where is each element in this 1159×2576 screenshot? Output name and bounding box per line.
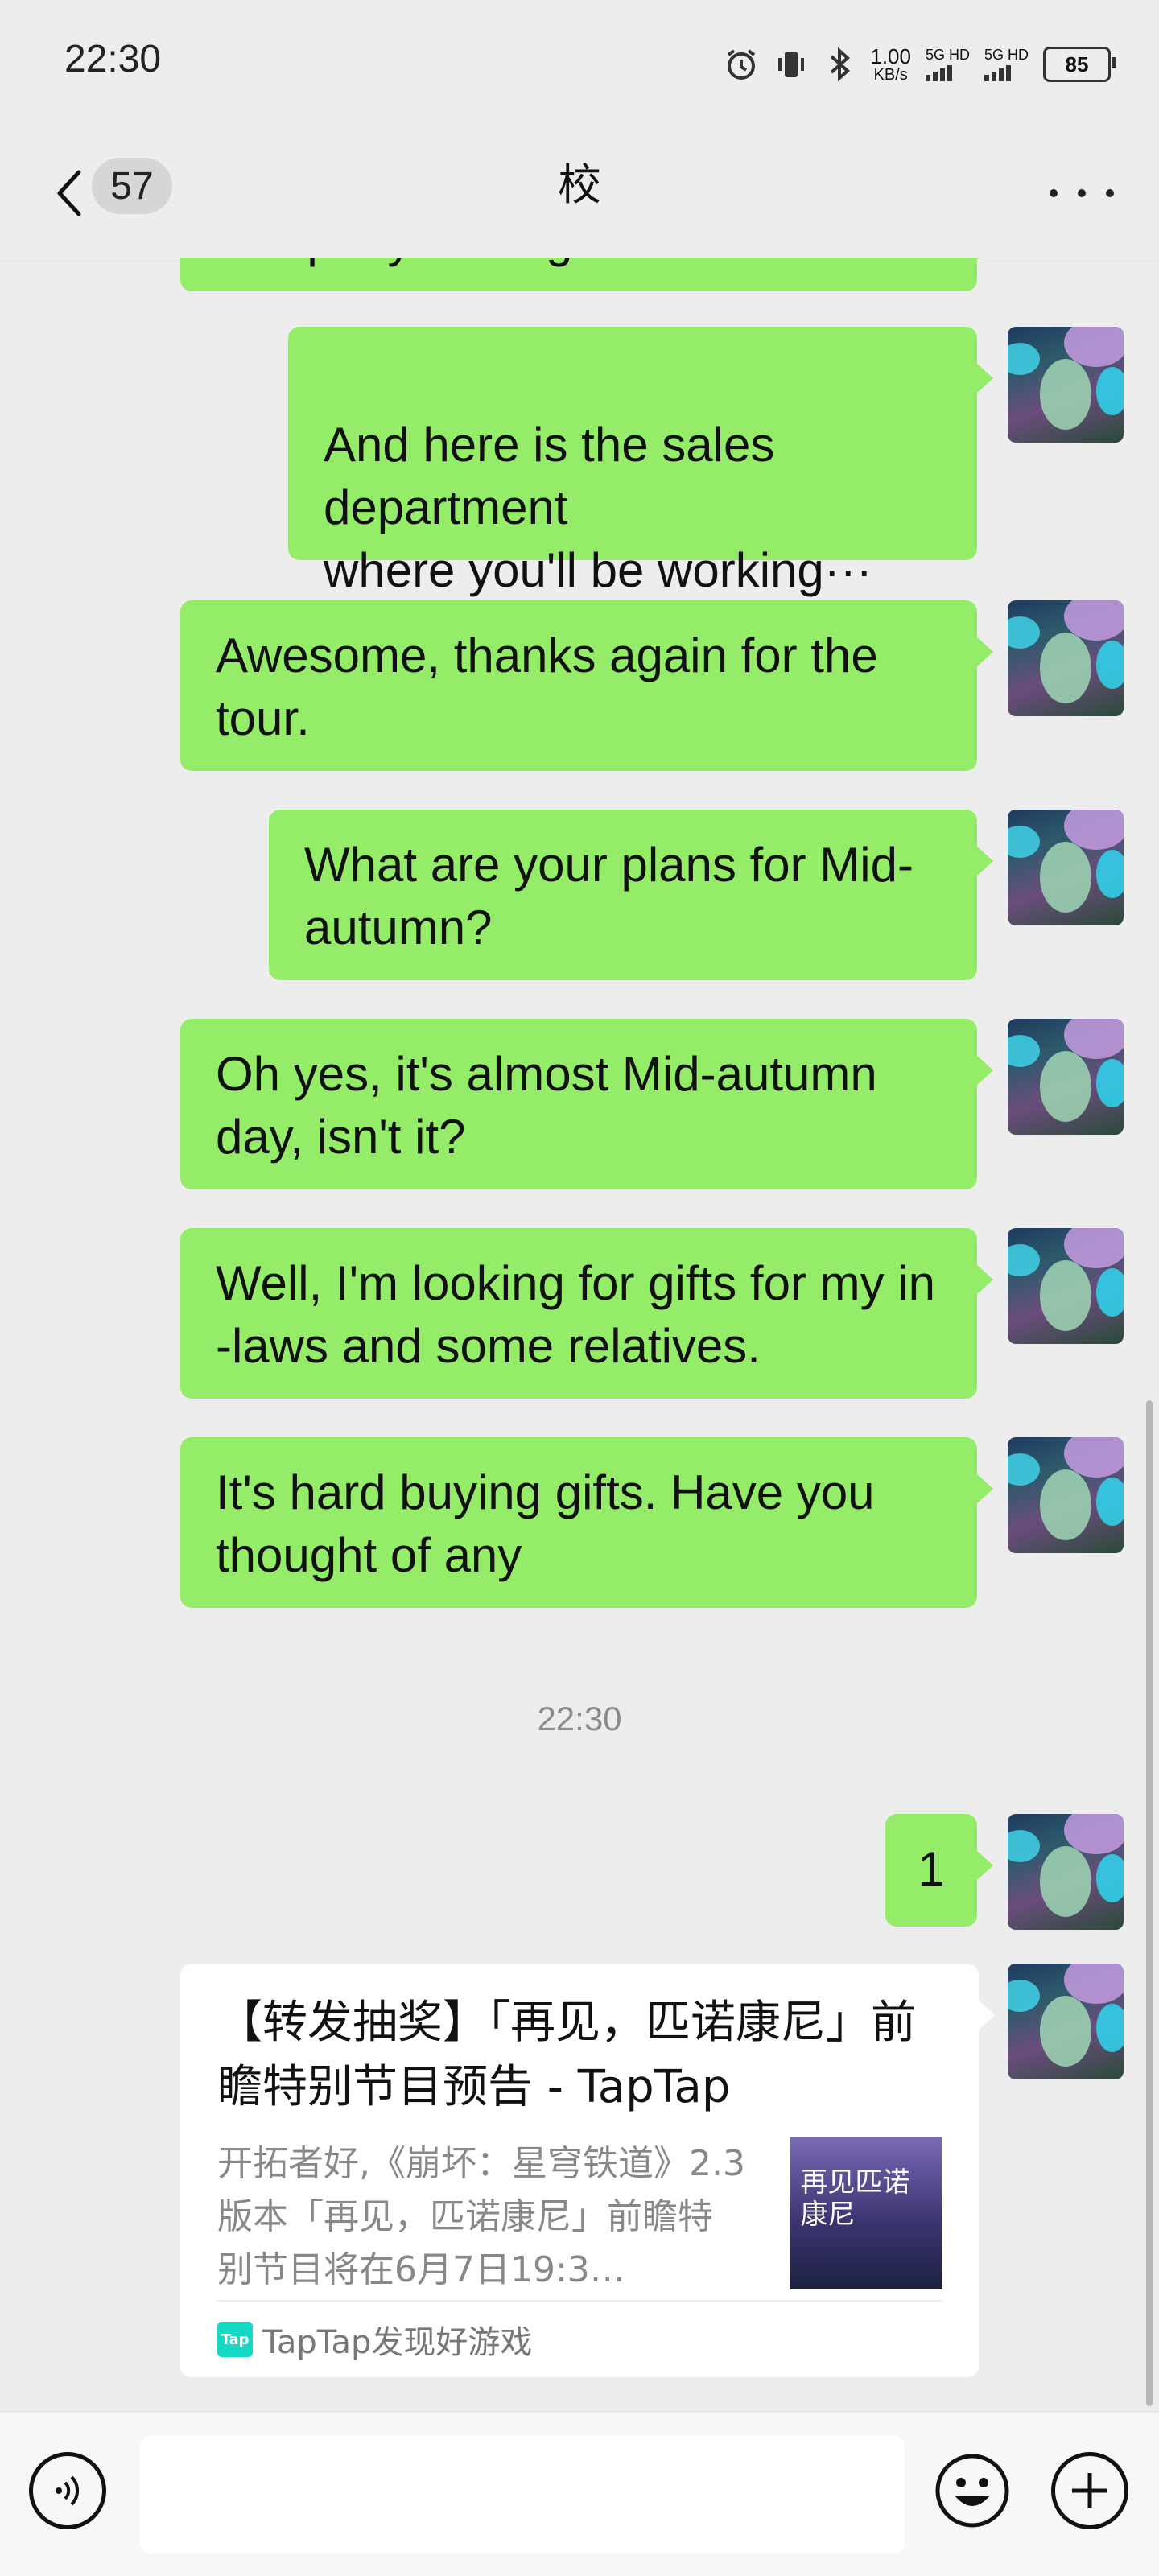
chevron-left-icon	[57, 170, 81, 216]
chat-header: 校 57	[0, 129, 1159, 258]
message-bubble[interactable]: Oh yes, it's almost Mid-autumn day, isn'…	[180, 1019, 993, 1189]
network-speed-unit: KB/s	[873, 66, 908, 84]
signal-bars-icon	[925, 65, 952, 81]
message-text: company strategies.	[216, 258, 648, 267]
message-text: Well, I'm looking for gifts for my in -l…	[216, 1256, 935, 1373]
avatar[interactable]	[1008, 1964, 1124, 2079]
alarm-icon	[724, 47, 759, 82]
link-card[interactable]: 【转发抽奖】「再见，匹诺康尼」前瞻特别节目预告 - TapTap 开拓者好,《崩…	[180, 1964, 995, 2377]
message-bubble[interactable]: It's hard buying gifts. Have you thought…	[180, 1437, 993, 1608]
avatar-shape	[1096, 641, 1124, 689]
avatar[interactable]	[1008, 1228, 1124, 1344]
message-text: 1	[918, 1842, 945, 1896]
scrollbar[interactable]	[1146, 1400, 1153, 2406]
avatar-shape	[1008, 826, 1040, 858]
plus-icon	[1072, 2473, 1107, 2508]
link-card-description: 开拓者好,《崩坏：星穹铁道》2.3版本「再见，匹诺康尼」前瞻特别节目将在6月7日…	[217, 2143, 745, 2290]
sim2-signal: 5G HD	[984, 47, 1029, 81]
voice-input-button[interactable]	[29, 2452, 106, 2529]
message-bubble[interactable]: And here is the sales department where y…	[288, 327, 993, 597]
message-text: What are your plans for Mid-autumn?	[304, 838, 914, 954]
voice-icon	[56, 2475, 80, 2506]
avatar[interactable]	[1008, 1437, 1124, 1553]
avatar-shape	[1040, 359, 1091, 430]
avatar[interactable]	[1008, 327, 1124, 443]
vibrate-icon	[773, 47, 809, 82]
message-bubble[interactable]: 1	[885, 1814, 993, 1927]
avatar-shape	[1096, 1854, 1124, 1902]
avatar[interactable]	[1008, 600, 1124, 716]
avatar-shape	[1008, 1980, 1040, 2012]
status-bar: 22:30 1.00 KB/s 5G HD 5G HD 85	[0, 0, 1159, 129]
link-card-source: TapTap发现好游戏	[262, 2324, 533, 2361]
avatar-shape	[1008, 1830, 1040, 1862]
message-input[interactable]	[140, 2436, 905, 2553]
emoji-icon	[935, 2454, 1009, 2528]
avatar-shape	[1096, 367, 1124, 415]
avatar-shape	[1040, 1469, 1091, 1540]
avatar-shape	[1040, 1846, 1091, 1917]
status-icons: 1.00 KB/s 5G HD 5G HD 85	[724, 39, 1116, 90]
status-time: 22:30	[64, 38, 162, 80]
avatar-shape	[1008, 1244, 1040, 1276]
taptap-logo-icon: Tap	[217, 2322, 253, 2357]
battery-level: 85	[1065, 52, 1089, 76]
message-bubble[interactable]: company strategies.	[180, 258, 993, 291]
message-bubble[interactable]: What are your plans for Mid-autumn?	[269, 810, 993, 980]
avatar-shape	[1008, 1035, 1040, 1067]
avatar-shape	[1008, 1453, 1040, 1486]
signal-bars-icon	[984, 65, 1011, 81]
sim1-label: 5G HD	[925, 47, 970, 63]
emoji-button[interactable]	[934, 2452, 1011, 2529]
more-dot-icon	[1078, 189, 1086, 197]
message-text: Awesome, thanks again for the tour.	[216, 629, 878, 745]
message-timestamp: 22:30	[537, 1700, 622, 1737]
battery-icon: 85	[1043, 47, 1116, 82]
avatar-shape	[1040, 1996, 1091, 2067]
avatar[interactable]	[1008, 810, 1124, 925]
link-card-thumb-text: 再见匹诺康尼	[800, 2166, 910, 2231]
more-dot-icon	[1106, 189, 1114, 197]
link-card-body: 开拓者好,《崩坏：星穹铁道》2.3版本「再见，匹诺康尼」前瞻特别节目将在6月7日…	[217, 2137, 942, 2297]
avatar-shape	[1096, 1268, 1124, 1317]
link-card-title: 【转发抽奖】「再见，匹诺康尼」前瞻特别节目预告 - TapTap	[217, 1997, 916, 2113]
avatar-shape	[1096, 2004, 1124, 2052]
avatar-shape	[1040, 1260, 1091, 1331]
unread-count-badge[interactable]: 57	[92, 158, 172, 214]
more-functions-button[interactable]	[1051, 2452, 1128, 2529]
avatar[interactable]	[1008, 1019, 1124, 1135]
avatar-shape	[1040, 842, 1091, 913]
bluetooth-icon	[823, 47, 856, 82]
sim2-label: 5G HD	[984, 47, 1029, 63]
avatar[interactable]	[1008, 1814, 1124, 1930]
avatar-shape	[1096, 1059, 1124, 1107]
message-bubble[interactable]: Awesome, thanks again for the tour.	[180, 600, 993, 771]
avatar-shape	[1096, 1478, 1124, 1526]
avatar-shape	[1040, 633, 1091, 703]
message-text: It's hard buying gifts. Have you thought…	[216, 1465, 875, 1582]
input-bar	[0, 2411, 1159, 2576]
more-options-button[interactable]	[1050, 177, 1114, 209]
back-button[interactable]	[45, 161, 93, 225]
network-speed-value: 1.00	[870, 44, 911, 68]
network-speed: 1.00 KB/s	[870, 46, 911, 83]
message-text: Oh yes, it's almost Mid-autumn day, isn'…	[216, 1047, 877, 1164]
avatar-shape	[1040, 1051, 1091, 1122]
more-dot-icon	[1050, 189, 1058, 197]
link-card-footer: Tap TapTap发现好游戏	[217, 2300, 942, 2377]
sim1-signal: 5G HD	[925, 47, 970, 81]
avatar-shape	[1008, 616, 1040, 649]
message-bubble[interactable]: Well, I'm looking for gifts for my in -l…	[180, 1228, 993, 1399]
message-text: And here is the sales department where y…	[324, 418, 872, 597]
avatar-shape	[1008, 343, 1040, 375]
link-card-thumbnail: 再见匹诺康尼	[790, 2137, 942, 2289]
avatar-shape	[1096, 850, 1124, 898]
chat-title: 校	[558, 161, 601, 209]
